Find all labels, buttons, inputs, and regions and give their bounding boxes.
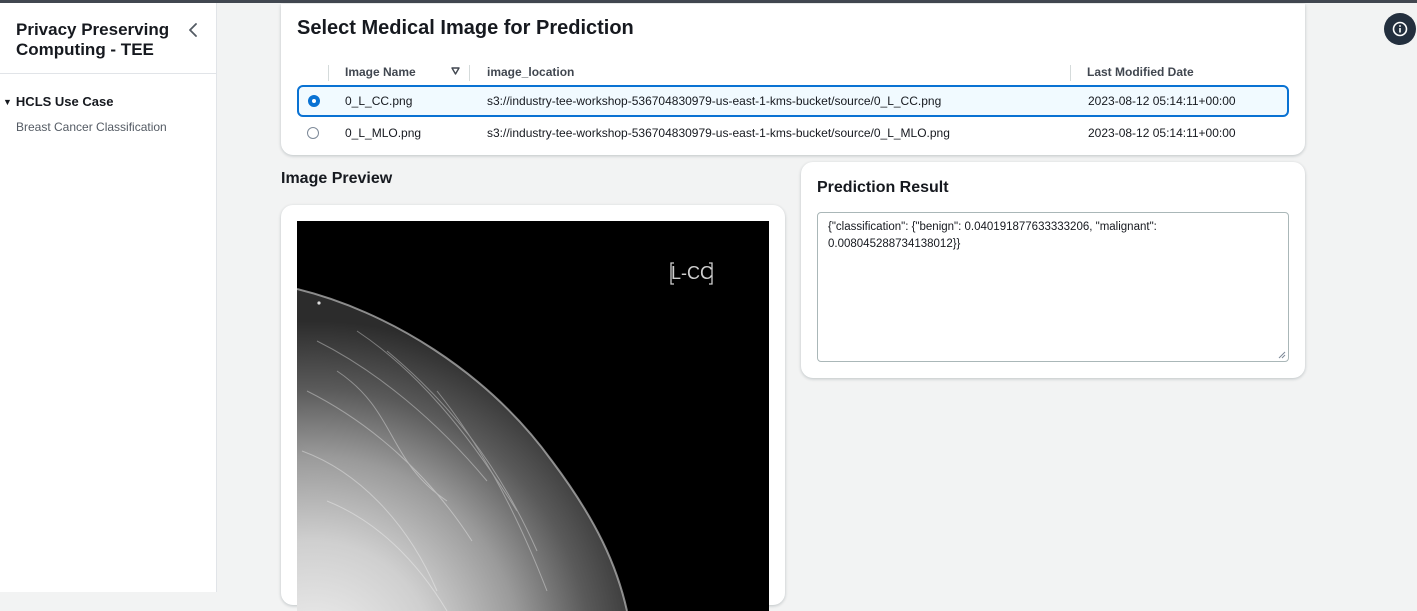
- prediction-result-card: Prediction Result {"classification": {"b…: [801, 162, 1305, 378]
- caret-down-icon: ▼: [3, 96, 12, 107]
- prediction-result-textarea[interactable]: {"classification": {"benign": 0.04019187…: [817, 212, 1289, 362]
- section-label: HCLS Use Case: [15, 94, 114, 109]
- table-title: Select Medical Image for Prediction: [297, 17, 634, 39]
- image-selection-table: Select Medical Image for Prediction Imag…: [281, 4, 1305, 155]
- sort-descending-icon[interactable]: [451, 67, 460, 75]
- last-modified-cell: 2023-08-12 05:14:11+00:00: [1088, 126, 1236, 140]
- image-preview-card: L-CC: [281, 205, 785, 611]
- table-row[interactable]: 0_L_CC.png s3://industry-tee-workshop-53…: [297, 85, 1289, 117]
- image-view-label: L-CC: [671, 263, 713, 283]
- column-header-last-modified[interactable]: Last Modified Date: [1087, 61, 1194, 83]
- sidebar-title: Privacy Preserving Computing - TEE: [16, 20, 170, 59]
- sidebar-item-breast-cancer-classification[interactable]: Breast Cancer Classification: [16, 120, 167, 134]
- image-name-cell: 0_L_MLO.png: [345, 126, 422, 140]
- resize-grip-icon[interactable]: [1277, 350, 1286, 359]
- chevron-left-icon: [189, 23, 197, 37]
- table-header: Image Name image_location Last Modified …: [297, 61, 1289, 83]
- last-modified-cell: 2023-08-12 05:14:11+00:00: [1088, 94, 1236, 108]
- section-toggle-hcls[interactable]: ▼ HCLS Use Case: [3, 94, 113, 109]
- image-location-cell: s3://industry-tee-workshop-536704830979-…: [487, 126, 950, 140]
- column-header-image-location[interactable]: image_location: [487, 61, 574, 83]
- column-divider: [1070, 65, 1071, 81]
- row-radio[interactable]: [307, 127, 319, 139]
- image-location-cell: s3://industry-tee-workshop-536704830979-…: [487, 94, 942, 108]
- column-divider: [469, 65, 470, 81]
- info-button[interactable]: [1384, 13, 1416, 45]
- prediction-result-text: {"classification": {"benign": 0.04019187…: [828, 221, 1157, 250]
- image-preview-title: Image Preview: [281, 170, 393, 187]
- side-navigation: Privacy Preserving Computing - TEE ▼ HCL…: [0, 3, 217, 592]
- sidebar-divider: [0, 73, 217, 74]
- info-icon: [1392, 21, 1408, 37]
- column-divider: [328, 65, 329, 81]
- collapse-sidebar-button[interactable]: [183, 19, 203, 41]
- image-name-cell: 0_L_CC.png: [345, 94, 413, 108]
- table-row[interactable]: 0_L_MLO.png s3://industry-tee-workshop-5…: [297, 117, 1289, 149]
- row-radio-selected[interactable]: [308, 95, 320, 107]
- column-header-image-name[interactable]: Image Name: [345, 61, 416, 83]
- mammogram-image: L-CC: [297, 221, 769, 611]
- prediction-result-title: Prediction Result: [817, 179, 949, 196]
